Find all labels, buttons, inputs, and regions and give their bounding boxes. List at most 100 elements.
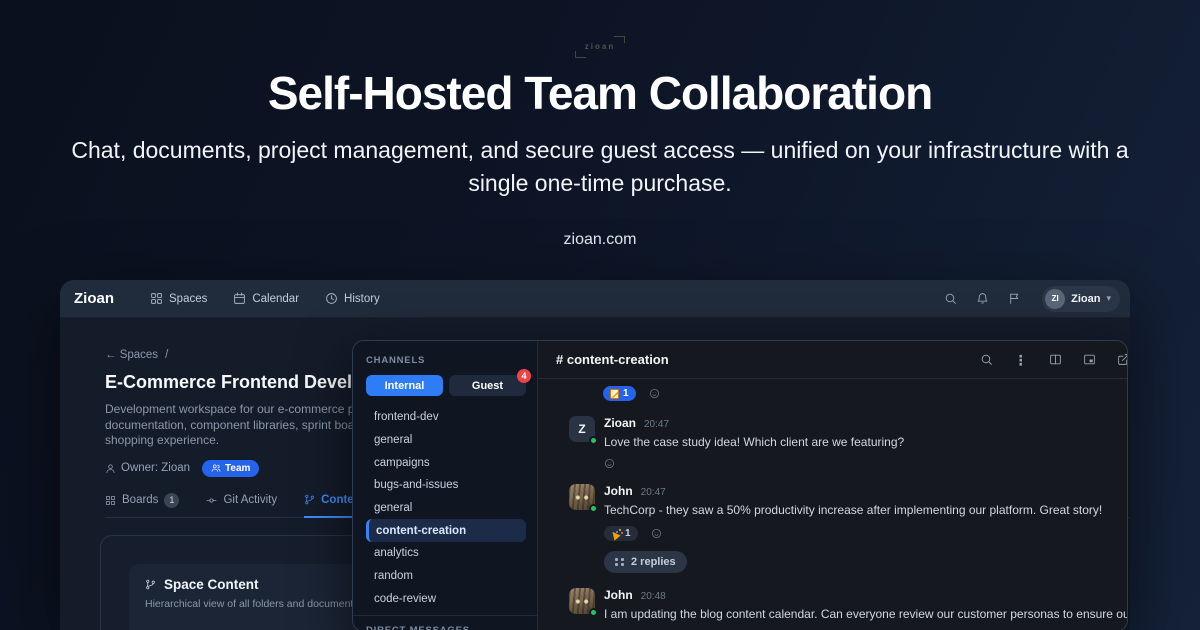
tab-label: Git Activity bbox=[223, 494, 278, 506]
bell-icon[interactable] bbox=[976, 292, 989, 305]
online-status-dot bbox=[589, 504, 598, 513]
message-header: John 20:47 bbox=[604, 484, 1102, 498]
channel-scope-switch: Internal Guest 4 bbox=[366, 369, 531, 396]
channel-item-random[interactable]: random bbox=[366, 565, 526, 588]
tab-git-activity[interactable]: Git Activity bbox=[206, 493, 277, 517]
chat-panel: # content-creation ⋮ 1 Z Zioan 20:47 Lov… bbox=[538, 341, 1128, 630]
avatar-john bbox=[569, 588, 598, 617]
picture-in-picture-icon[interactable] bbox=[1083, 353, 1096, 366]
reaction-row: 1 bbox=[603, 386, 1127, 401]
reaction-pill-party[interactable]: 1 bbox=[604, 526, 638, 541]
app-navbar: Zioan Spaces Calendar History ZI Zioan ▾ bbox=[60, 280, 1130, 318]
clock-icon bbox=[326, 293, 337, 304]
kebab-menu-icon[interactable]: ⋮ bbox=[1014, 353, 1028, 367]
add-reaction-smiley-icon[interactable] bbox=[649, 388, 660, 399]
logo-bracket-icon bbox=[614, 36, 625, 43]
message-author: John bbox=[604, 484, 633, 498]
split-columns-icon[interactable] bbox=[1049, 353, 1062, 366]
message-text: Love the case study idea! Which client a… bbox=[604, 435, 905, 449]
channel-title: # content-creation bbox=[556, 352, 669, 367]
git-commit-icon bbox=[206, 498, 217, 502]
chat-header: # content-creation ⋮ bbox=[538, 341, 1128, 379]
chat-overlay-window: CHANNELS Internal Guest 4 frontend-dev g… bbox=[352, 340, 1128, 630]
channel-item-bugs-and-issues[interactable]: bugs-and-issues bbox=[366, 474, 526, 497]
avatar: ZI bbox=[1045, 288, 1066, 309]
breadcrumb-back-link[interactable]: ← Spaces bbox=[105, 349, 158, 361]
channel-list: frontend-dev general campaigns bugs-and-… bbox=[366, 406, 526, 610]
nav-label: History bbox=[344, 292, 380, 305]
owner-info: Owner: Zioan bbox=[105, 462, 190, 474]
channel-item-content-creation-selected[interactable]: content-creation bbox=[366, 519, 526, 543]
add-reaction-smiley-icon[interactable] bbox=[651, 528, 662, 539]
chat-message: John 20:47 TechCorp - they saw a 50% pro… bbox=[569, 484, 1127, 573]
nav-item-calendar[interactable]: Calendar bbox=[233, 292, 299, 305]
navbar-actions: ZI Zioan ▾ bbox=[944, 285, 1120, 312]
user-name: Zioan bbox=[1071, 292, 1101, 305]
breadcrumb-separator: / bbox=[165, 349, 169, 361]
message-body: John 20:48 I am updating the blog conten… bbox=[604, 588, 1128, 622]
channel-item-code-review[interactable]: code-review bbox=[366, 588, 526, 611]
memo-icon bbox=[610, 388, 619, 399]
external-link-icon[interactable] bbox=[1117, 353, 1128, 366]
message-author: John bbox=[604, 588, 633, 602]
flag-icon[interactable] bbox=[1008, 292, 1021, 305]
chevron-down-icon: ▾ bbox=[1106, 293, 1111, 303]
reaction-pill-memo[interactable]: 1 bbox=[603, 386, 636, 401]
search-icon[interactable] bbox=[980, 353, 993, 366]
reaction-count: 1 bbox=[625, 528, 631, 539]
message-timestamp: 20:47 bbox=[644, 419, 670, 430]
brand-logo[interactable]: Zioan bbox=[74, 290, 114, 307]
direct-messages-label: DIRECT MESSAGES bbox=[366, 625, 526, 630]
team-badge-label: Team bbox=[225, 462, 251, 474]
online-status-dot bbox=[589, 436, 598, 445]
message-text: I am updating the blog content calendar.… bbox=[604, 607, 1128, 621]
message-header: John 20:48 bbox=[604, 588, 1127, 602]
message-reactions: 1 bbox=[604, 526, 1102, 541]
og-poster: zioan Self-Hosted Team Collaboration Cha… bbox=[0, 0, 1200, 630]
channel-item-general-2[interactable]: general bbox=[366, 497, 526, 520]
online-status-dot bbox=[589, 608, 598, 617]
nav-item-spaces[interactable]: Spaces bbox=[150, 292, 207, 305]
channels-sidebar: CHANNELS Internal Guest 4 frontend-dev g… bbox=[353, 341, 538, 630]
channel-item-analytics[interactable]: analytics bbox=[366, 542, 526, 565]
thread-replies-button[interactable]: 2 replies bbox=[604, 551, 687, 573]
boards-grid-icon bbox=[105, 495, 116, 505]
reaction-count: 1 bbox=[623, 388, 629, 399]
card-title: Space Content bbox=[164, 576, 259, 592]
site-domain: zioan.com bbox=[563, 231, 637, 248]
chat-message: Z Zioan 20:47 Love the case study idea! … bbox=[569, 416, 1127, 469]
chat-header-actions: ⋮ bbox=[980, 353, 1128, 367]
person-icon bbox=[106, 463, 115, 473]
message-header: Zioan 20:47 bbox=[604, 416, 904, 430]
guest-tab-button[interactable]: Guest 4 bbox=[449, 369, 531, 396]
guest-unread-badge: 4 bbox=[517, 369, 531, 383]
message-actions bbox=[604, 458, 904, 469]
message-body: John 20:47 TechCorp - they saw a 50% pro… bbox=[604, 484, 1102, 573]
search-icon[interactable] bbox=[944, 292, 957, 305]
owner-label: Owner: Zioan bbox=[121, 462, 191, 474]
channels-section-label: CHANNELS bbox=[366, 355, 426, 366]
app-screenshot: Zioan Spaces Calendar History ZI Zioan ▾… bbox=[60, 280, 1130, 630]
calendar-icon bbox=[234, 292, 246, 304]
main-nav: Spaces Calendar History bbox=[150, 292, 380, 305]
add-reaction-smiley-icon[interactable] bbox=[604, 458, 615, 469]
git-branch-icon bbox=[305, 494, 314, 505]
zioan-logo: zioan bbox=[575, 36, 625, 58]
channel-item-frontend-dev[interactable]: frontend-dev bbox=[366, 406, 526, 429]
avatar-john bbox=[569, 484, 598, 513]
message-timestamp: 20:48 bbox=[640, 591, 666, 602]
grid-icon bbox=[151, 293, 162, 304]
nav-item-history[interactable]: History bbox=[325, 292, 380, 305]
logo-bracket-icon bbox=[575, 51, 586, 58]
thread-icon bbox=[615, 558, 625, 566]
nav-label: Spaces bbox=[169, 292, 208, 305]
divider bbox=[353, 615, 537, 617]
channel-item-campaigns[interactable]: campaigns bbox=[366, 451, 526, 474]
guest-tab-label: Guest bbox=[471, 379, 504, 392]
avatar-initial: Z bbox=[578, 422, 586, 436]
user-menu[interactable]: ZI Zioan ▾ bbox=[1042, 285, 1120, 312]
internal-tab-button[interactable]: Internal bbox=[366, 375, 443, 396]
channel-item-general[interactable]: general bbox=[366, 429, 526, 452]
tab-boards[interactable]: Boards 1 bbox=[105, 492, 180, 517]
team-badge[interactable]: Team bbox=[202, 459, 260, 477]
